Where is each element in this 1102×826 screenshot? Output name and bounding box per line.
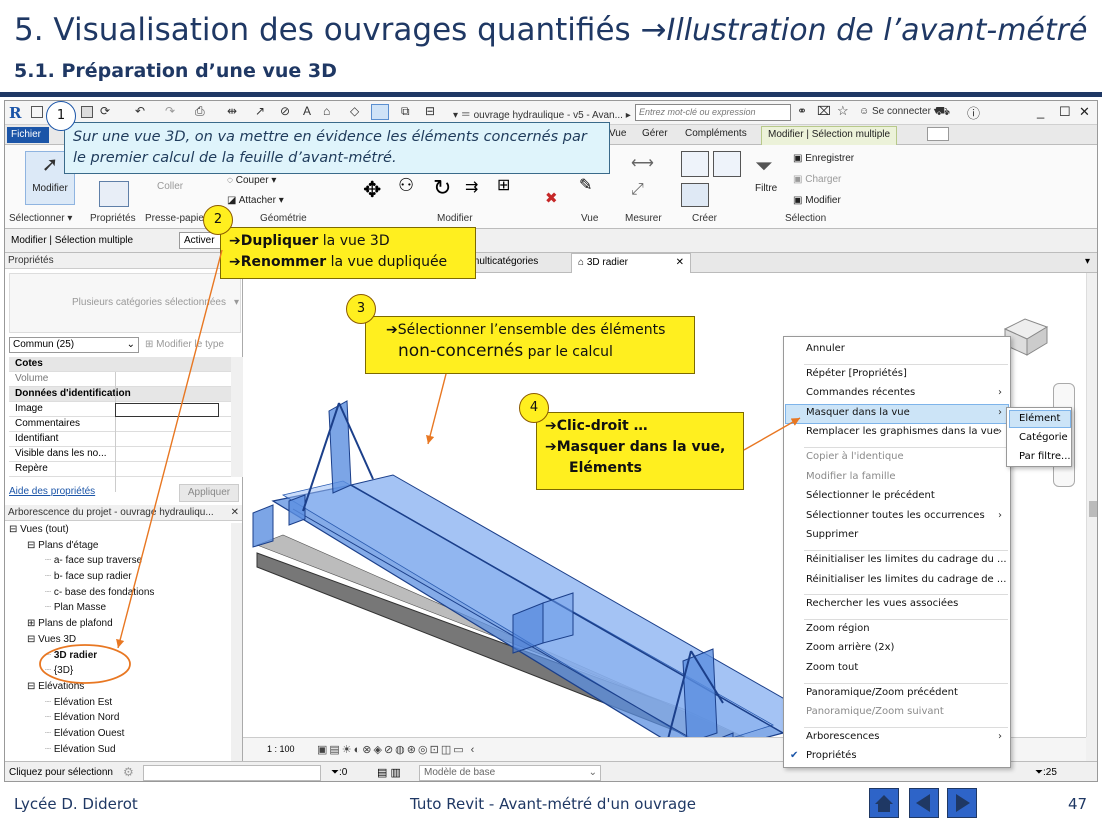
arrow-step4 — [743, 417, 801, 451]
footer-title: Tuto Revit - Avant-métré d'un ouvrage — [410, 795, 696, 813]
arrow-step3 — [426, 373, 447, 445]
home-button[interactable] — [869, 788, 899, 818]
annotation-arrows — [39, 249, 801, 684]
highlight-3d-radier — [39, 644, 131, 684]
next-icon — [956, 794, 970, 812]
footer-school: Lycée D. Diderot — [14, 795, 138, 813]
arrow-step2 — [116, 249, 223, 649]
next-button[interactable] — [947, 788, 977, 818]
home-icon — [875, 795, 893, 812]
previous-button[interactable] — [909, 788, 939, 818]
previous-icon — [916, 794, 930, 812]
page-number: 47 — [1068, 795, 1088, 813]
